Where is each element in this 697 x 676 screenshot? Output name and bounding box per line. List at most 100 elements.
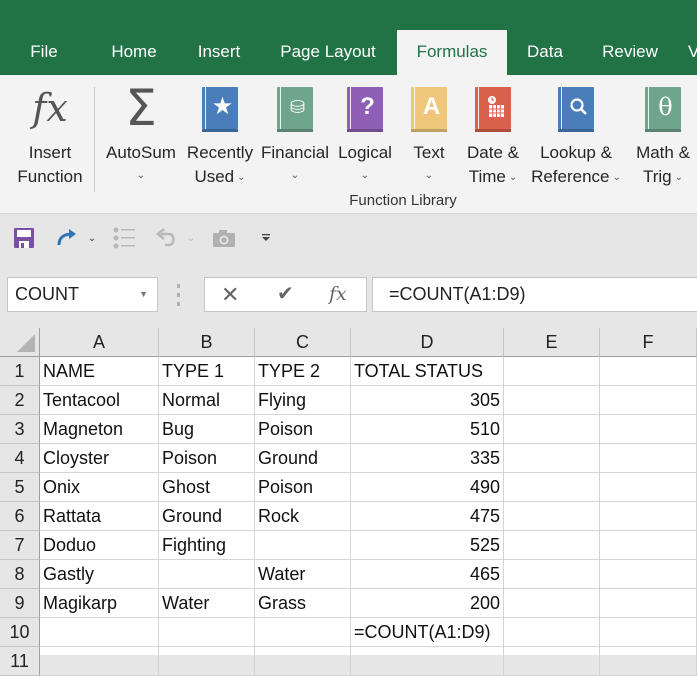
cell-a6[interactable]: Rattata — [40, 502, 159, 531]
cell-c5[interactable]: Poison — [255, 473, 351, 502]
cell-c8[interactable]: Water — [255, 560, 351, 589]
cell-a1[interactable]: NAME — [40, 357, 159, 386]
customize-qat-icon[interactable] — [259, 225, 273, 251]
row-header-5[interactable]: 5 — [0, 473, 40, 502]
name-box-dropdown-icon[interactable]: ▼ — [139, 278, 148, 311]
cell-f7[interactable] — [600, 531, 697, 560]
cell-d5[interactable]: 490 — [351, 473, 504, 502]
tab-insert[interactable]: Insert — [186, 30, 252, 75]
cell-d4[interactable]: 335 — [351, 444, 504, 473]
formula-input[interactable]: =COUNT(A1:D9) — [372, 277, 697, 312]
cell-f4[interactable] — [600, 444, 697, 473]
cell-b9[interactable]: Water — [159, 589, 255, 618]
cell-b11[interactable] — [159, 647, 255, 676]
row-header-9[interactable]: 9 — [0, 589, 40, 618]
financial-button[interactable]: ⛁ Financial ⌄ — [259, 83, 331, 187]
cell-d11[interactable] — [351, 647, 504, 676]
cell-f3[interactable] — [600, 415, 697, 444]
cell-a11[interactable] — [40, 647, 159, 676]
date-time-button[interactable]: Date & Time ⌄ — [462, 83, 524, 190]
cell-d10[interactable]: =COUNT(A1:D9) — [351, 618, 504, 647]
cell-d2[interactable]: 305 — [351, 386, 504, 415]
cell-c1[interactable]: TYPE 2 — [255, 357, 351, 386]
cell-c4[interactable]: Ground — [255, 444, 351, 473]
cell-c9[interactable]: Grass — [255, 589, 351, 618]
cell-a5[interactable]: Onix — [40, 473, 159, 502]
cell-e2[interactable] — [504, 386, 600, 415]
enter-icon[interactable]: ✔ — [277, 278, 294, 311]
tab-file[interactable]: File — [14, 30, 74, 75]
text-button[interactable]: A Text ⌄ — [406, 83, 452, 187]
tab-view-partial[interactable]: V — [688, 30, 697, 75]
undo-icon[interactable] — [154, 225, 180, 251]
insert-function-button[interactable]: fx Insert Function — [10, 83, 90, 189]
cell-e9[interactable] — [504, 589, 600, 618]
cell-f8[interactable] — [600, 560, 697, 589]
cell-c7[interactable] — [255, 531, 351, 560]
cell-f10[interactable] — [600, 618, 697, 647]
camera-icon[interactable] — [211, 225, 237, 251]
cell-b1[interactable]: TYPE 1 — [159, 357, 255, 386]
cell-d6[interactable]: 475 — [351, 502, 504, 531]
cell-d9[interactable]: 200 — [351, 589, 504, 618]
cell-c3[interactable]: Poison — [255, 415, 351, 444]
lookup-reference-button[interactable]: Lookup & Reference ⌄ — [528, 83, 624, 190]
cell-e6[interactable] — [504, 502, 600, 531]
cell-a4[interactable]: Cloyster — [40, 444, 159, 473]
name-box[interactable]: COUNT ▼ — [7, 277, 158, 312]
cell-e11[interactable] — [504, 647, 600, 676]
cell-e7[interactable] — [504, 531, 600, 560]
recently-used-button[interactable]: ★ Recently Used ⌄ — [184, 83, 256, 190]
cell-b10[interactable] — [159, 618, 255, 647]
row-header-1[interactable]: 1 — [0, 357, 40, 386]
insert-function-fx-icon[interactable]: fx — [329, 278, 347, 311]
cell-b5[interactable]: Ghost — [159, 473, 255, 502]
cell-d7[interactable]: 525 — [351, 531, 504, 560]
save-icon[interactable] — [12, 225, 36, 251]
tab-data[interactable]: Data — [517, 30, 573, 75]
cell-a3[interactable]: Magneton — [40, 415, 159, 444]
row-header-2[interactable]: 2 — [0, 386, 40, 415]
cell-c11[interactable] — [255, 647, 351, 676]
cell-f1[interactable] — [600, 357, 697, 386]
row-header-3[interactable]: 3 — [0, 415, 40, 444]
cell-a9[interactable]: Magikarp — [40, 589, 159, 618]
cell-e4[interactable] — [504, 444, 600, 473]
cell-e5[interactable] — [504, 473, 600, 502]
cell-b7[interactable]: Fighting — [159, 531, 255, 560]
cell-b4[interactable]: Poison — [159, 444, 255, 473]
cell-d8[interactable]: 465 — [351, 560, 504, 589]
cell-b8[interactable] — [159, 560, 255, 589]
math-trig-button[interactable]: θ Math & Trig ⌄ — [630, 83, 696, 190]
undo-dropdown-icon[interactable]: ⌄ — [185, 225, 197, 251]
cell-e3[interactable] — [504, 415, 600, 444]
cell-c10[interactable] — [255, 618, 351, 647]
cell-a10[interactable] — [40, 618, 159, 647]
tab-home[interactable]: Home — [98, 30, 170, 75]
cell-c2[interactable]: Flying — [255, 386, 351, 415]
row-header-10[interactable]: 10 — [0, 618, 40, 647]
formula-bar-grip[interactable] — [177, 284, 181, 306]
redo-dropdown-icon[interactable]: ⌄ — [86, 225, 98, 251]
row-header-6[interactable]: 6 — [0, 502, 40, 531]
tab-review[interactable]: Review — [590, 30, 670, 75]
column-header-c[interactable]: C — [255, 328, 351, 357]
row-header-4[interactable]: 4 — [0, 444, 40, 473]
column-header-b[interactable]: B — [159, 328, 255, 357]
column-header-d[interactable]: D — [351, 328, 504, 357]
cell-d3[interactable]: 510 — [351, 415, 504, 444]
cell-c6[interactable]: Rock — [255, 502, 351, 531]
row-header-11[interactable]: 11 — [0, 647, 40, 676]
cell-a7[interactable]: Doduo — [40, 531, 159, 560]
redo-icon[interactable] — [54, 225, 80, 251]
cell-e10[interactable] — [504, 618, 600, 647]
cell-b3[interactable]: Bug — [159, 415, 255, 444]
cell-a8[interactable]: Gastly — [40, 560, 159, 589]
cell-f2[interactable] — [600, 386, 697, 415]
cell-f11[interactable] — [600, 647, 697, 676]
cell-b2[interactable]: Normal — [159, 386, 255, 415]
cell-e8[interactable] — [504, 560, 600, 589]
tab-page-layout[interactable]: Page Layout — [270, 30, 386, 75]
column-header-f[interactable]: F — [600, 328, 697, 357]
cancel-icon[interactable]: ✕ — [221, 278, 239, 311]
